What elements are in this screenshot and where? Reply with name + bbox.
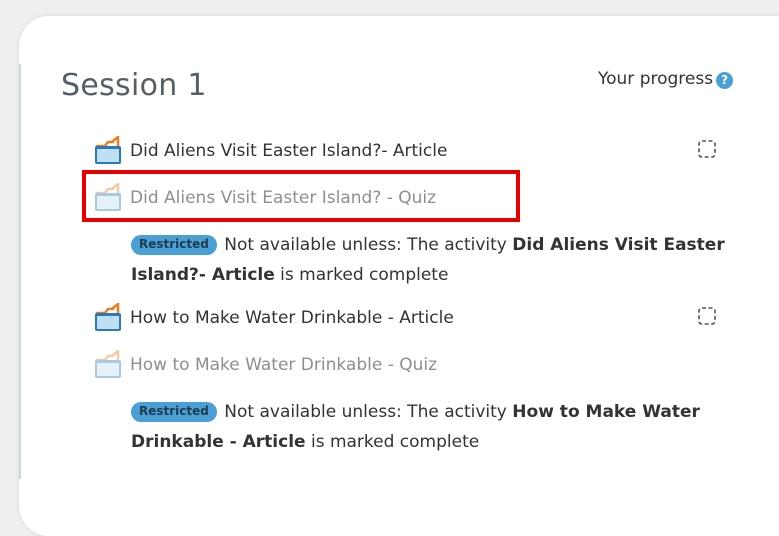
highlight-box [82, 170, 520, 222]
restriction-suffix: is marked complete [305, 432, 480, 452]
restricted-badge: Restricted [131, 402, 217, 422]
restriction-suffix: is marked complete [274, 265, 449, 285]
help-icon[interactable]: ? [716, 71, 734, 89]
restriction-prefix: Not available unless: The activity [224, 235, 513, 255]
restricted-badge: Restricted [131, 235, 217, 255]
section-left-rule [19, 64, 21, 479]
activity-name: How to Make Water Drinkable - Quiz [130, 355, 438, 375]
activity-link[interactable]: How to Make Water Drinkable - Article [92, 303, 454, 333]
restriction-notice: Restricted Not available unless: The act… [131, 230, 731, 290]
completion-checkbox[interactable] [698, 307, 716, 325]
page-icon [95, 303, 121, 331]
activity-name: How to Make Water Drinkable - Article [130, 308, 454, 328]
progress-header: Your progress ? [598, 69, 734, 89]
activity-name: Did Aliens Visit Easter Island?- Article [130, 141, 448, 161]
page-icon [95, 136, 121, 164]
page-icon [95, 350, 121, 378]
section-title: Session 1 [61, 68, 207, 103]
completion-checkbox[interactable] [698, 140, 716, 158]
activity-link[interactable]: Did Aliens Visit Easter Island?- Article [92, 136, 447, 166]
restriction-prefix: Not available unless: The activity [224, 402, 513, 422]
restriction-notice: Restricted Not available unless: The act… [131, 397, 731, 457]
progress-label: Your progress [598, 69, 714, 89]
activity-restricted: How to Make Water Drinkable - Quiz [92, 350, 437, 380]
